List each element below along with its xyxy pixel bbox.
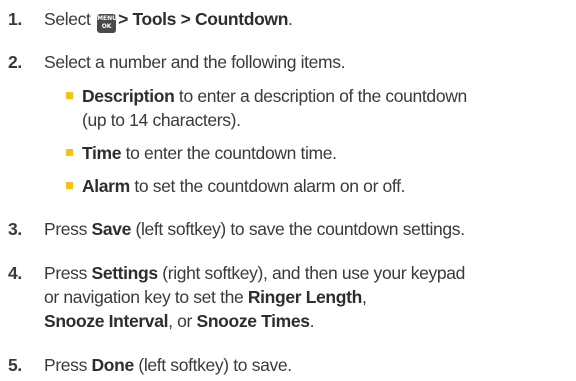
menu-path-countdown: Countdown (194, 9, 289, 29)
step-text: Select (44, 9, 91, 29)
menu-ok-key-icon: MENU OK (97, 14, 117, 33)
item-name: Description (82, 86, 175, 106)
item-name: Time (82, 143, 122, 163)
step-number: 5. (8, 355, 22, 375)
bullet-square-icon (66, 182, 73, 189)
step-number: 4. (8, 263, 22, 283)
step-text: Select a number and the following items. (44, 52, 346, 72)
step-number: 1. (8, 9, 22, 29)
menu-path-tools: > Tools > (118, 9, 195, 29)
step-number: 2. (8, 52, 22, 72)
step-number: 3. (8, 219, 22, 239)
item-name: Alarm (82, 176, 130, 196)
bullet-square-icon (66, 149, 73, 156)
bullet-square-icon (66, 92, 73, 99)
instructions-page: 1. Select MENU OK > Tools > Countdown. 2. … (0, 0, 576, 381)
